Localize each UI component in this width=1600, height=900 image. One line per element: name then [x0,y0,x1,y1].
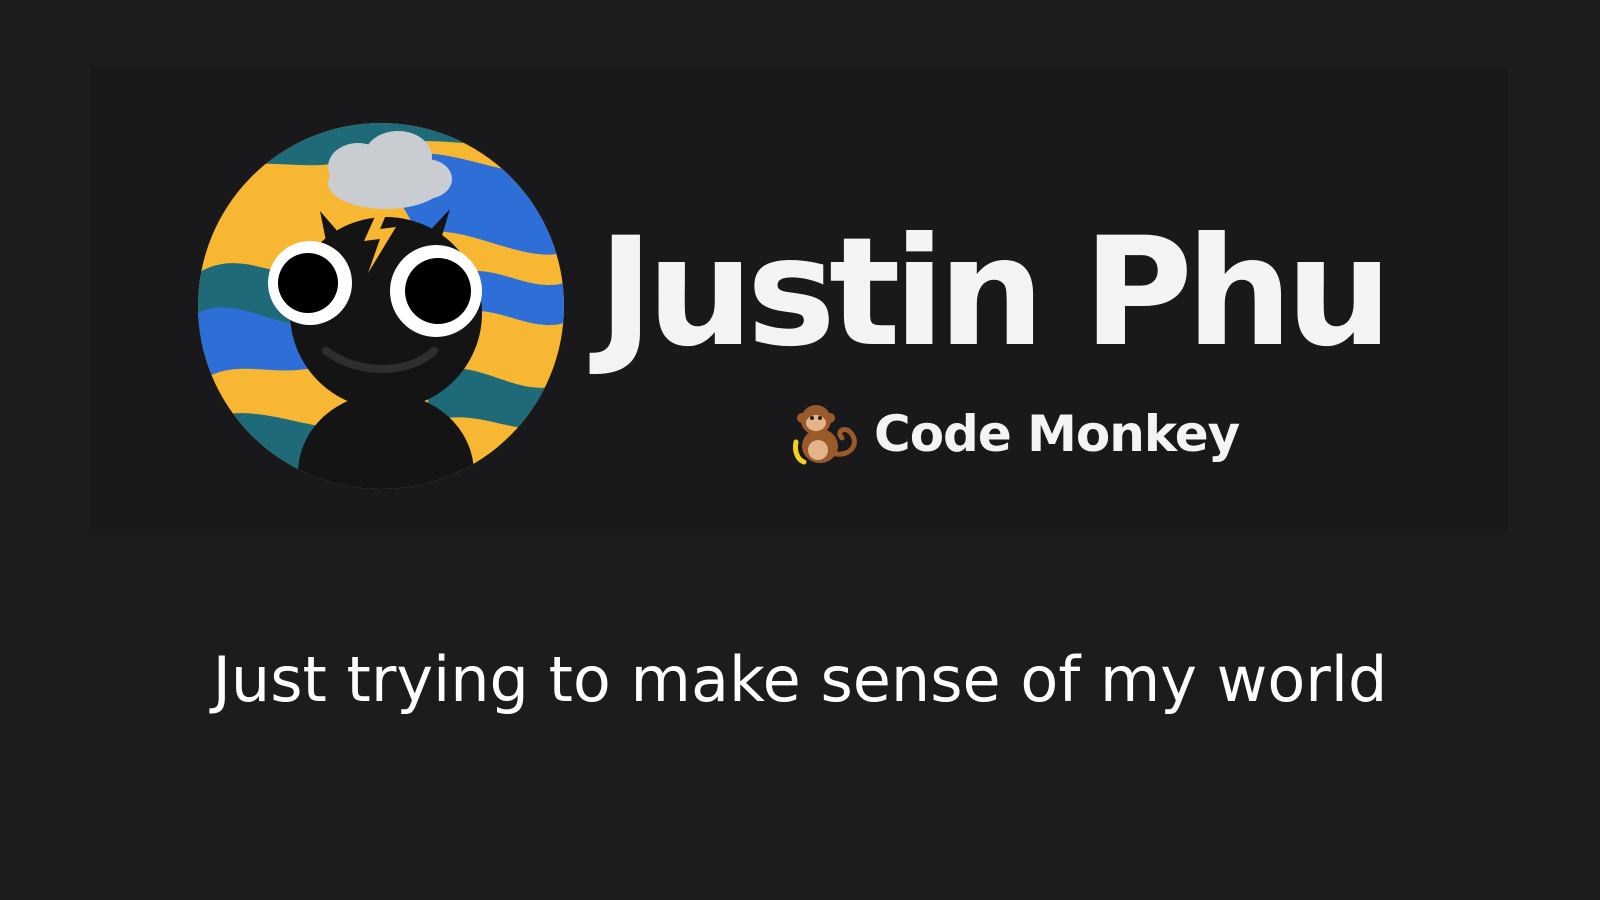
role-label: Code Monkey [874,405,1240,463]
avatar [198,123,564,489]
cartoon-creature-avatar-icon [198,123,564,489]
profile-name: Justin Phu [598,206,1393,380]
monkey-icon [790,402,864,466]
tagline: Just trying to make sense of my world [212,643,1388,716]
role-badge: Code Monkey [790,402,1240,466]
header-banner: Justin Phu Code Monkey [90,68,1508,530]
